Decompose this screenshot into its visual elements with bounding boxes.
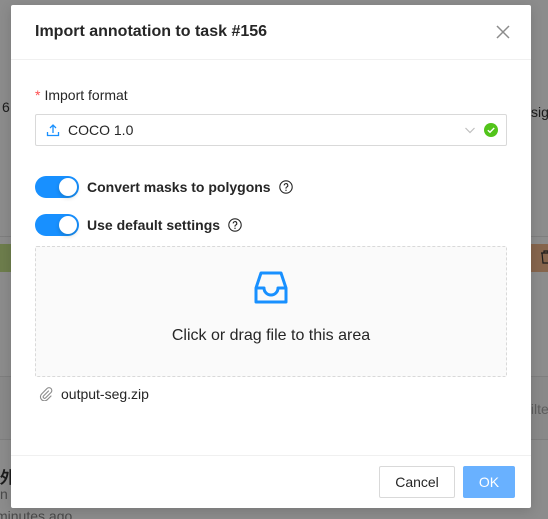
chevron-down-icon (465, 127, 475, 134)
import-format-select[interactable]: COCO 1.0 (35, 114, 507, 146)
dropzone-text: Click or drag file to this area (171, 327, 371, 344)
required-mark: * (35, 87, 41, 103)
default-settings-label: Use default settings (87, 217, 221, 233)
import-format-label: * Import format (35, 87, 128, 103)
question-circle-icon[interactable] (278, 180, 293, 194)
file-dropzone[interactable]: Click or drag file to this area (35, 246, 507, 377)
file-name: output-seg.zip (61, 386, 149, 402)
convert-masks-label: Convert masks to polygons (87, 179, 271, 195)
modal-title: Import annotation to task #156 (35, 23, 268, 40)
toggle-knob (59, 216, 77, 234)
close-button[interactable] (493, 22, 513, 42)
modal-header: Import annotation to task #156 (11, 5, 531, 60)
import-format-value: COCO 1.0 (68, 122, 134, 138)
import-format-label-text: Import format (44, 87, 128, 103)
import-annotation-modal: Import annotation to task #156 * Import f… (11, 5, 531, 508)
default-settings-toggle[interactable] (35, 214, 79, 236)
close-icon (496, 25, 510, 39)
convert-masks-toggle[interactable] (35, 176, 79, 198)
toggle-knob (59, 178, 77, 196)
ok-button[interactable]: OK (463, 466, 515, 498)
default-settings-row: Use default settings (35, 214, 242, 236)
modal-footer: Cancel OK (11, 455, 531, 508)
question-circle-icon[interactable] (228, 218, 242, 232)
inbox-icon (254, 271, 288, 304)
check-circle-icon (484, 123, 498, 137)
cancel-button[interactable]: Cancel (379, 466, 455, 498)
convert-masks-row: Convert masks to polygons (35, 176, 293, 198)
upload-icon (46, 124, 60, 137)
uploaded-file-item[interactable]: output-seg.zip (39, 386, 149, 402)
paperclip-icon (39, 387, 53, 401)
